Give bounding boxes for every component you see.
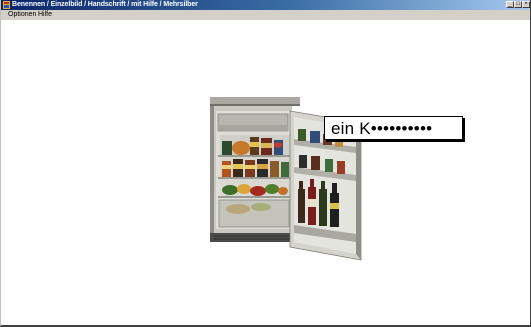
answer-hint-text: ein K•••••••••• bbox=[331, 119, 433, 138]
minimize-button[interactable]: _ bbox=[506, 1, 514, 8]
menu-hilfe[interactable]: Hilfe bbox=[38, 11, 52, 19]
window-title: Benennen / Einzelbild / Handschrift / mi… bbox=[12, 1, 198, 8]
title-bar[interactable]: Benennen / Einzelbild / Handschrift / mi… bbox=[1, 0, 530, 10]
app-window: Benennen / Einzelbild / Handschrift / mi… bbox=[0, 0, 531, 327]
app-icon[interactable] bbox=[3, 1, 10, 9]
menu-optionen[interactable]: Optionen bbox=[8, 11, 36, 19]
menu-bar: Optionen Hilfe bbox=[1, 10, 530, 20]
maximize-button[interactable]: □ bbox=[514, 1, 522, 8]
answer-hint-box: ein K•••••••••• bbox=[324, 116, 463, 140]
close-button[interactable]: × bbox=[522, 1, 530, 8]
